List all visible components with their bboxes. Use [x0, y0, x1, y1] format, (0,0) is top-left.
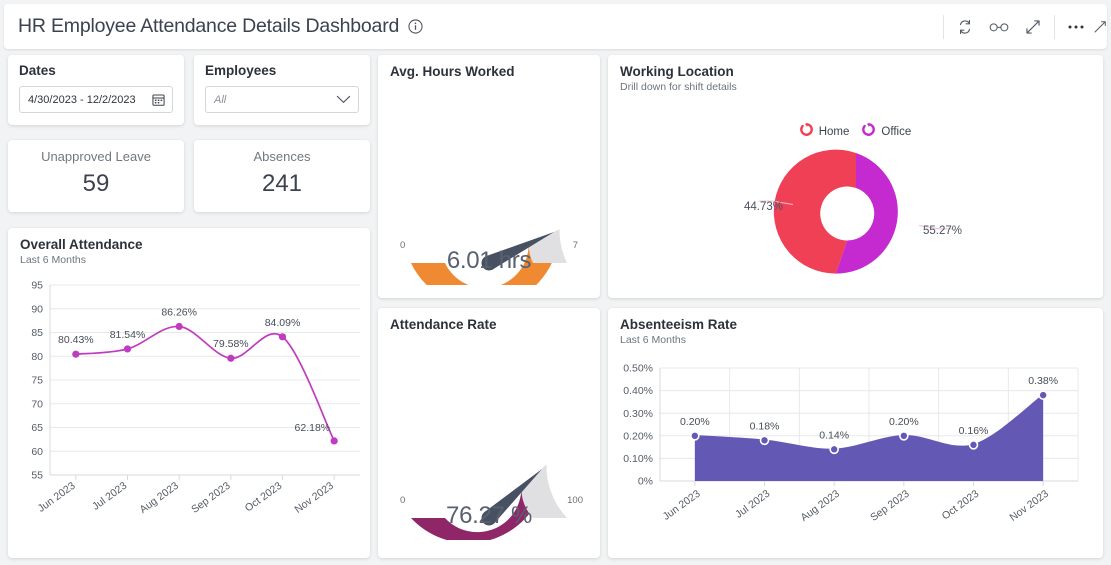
toolbar-divider-left — [943, 14, 944, 39]
svg-text:Sep 2023: Sep 2023 — [868, 488, 912, 524]
expand-icon[interactable] — [1016, 10, 1050, 44]
gauge-value: 6.01 hrs — [446, 247, 532, 274]
legend-item-office[interactable]: Office — [862, 123, 911, 141]
legend-label: Office — [881, 126, 912, 138]
working-location-legend: Home Office — [608, 123, 1103, 141]
svg-text:Jul 2023: Jul 2023 — [90, 480, 129, 513]
svg-text:Oct 2023: Oct 2023 — [243, 480, 285, 515]
svg-text:0.40%: 0.40% — [623, 385, 653, 397]
svg-text:Aug 2023: Aug 2023 — [137, 480, 181, 516]
overall-attendance-chart[interactable]: 95 90 85 80 75 70 65 60 55Jun 2023 Jul 2023 Aug 20… — [8, 273, 370, 558]
card-title: Avg. Hours Worked — [390, 64, 515, 79]
kpi-label: Unapproved Leave — [41, 149, 151, 164]
svg-text:0.10%: 0.10% — [623, 453, 653, 465]
svg-text:0.14%: 0.14% — [819, 429, 849, 441]
donut-label-office: 44.73% — [744, 201, 784, 213]
donut-label-home: 55.27% — [923, 225, 963, 237]
svg-text:0%: 0% — [638, 476, 653, 488]
card-subtitle: Drill down for shift details — [620, 81, 737, 93]
svg-text:0.30%: 0.30% — [623, 408, 653, 420]
absenteeism-rate-chart[interactable]: 0.50% 0.40% 0.30% 0.20% 0.10% 0% 0.20% 0.18% 0.1… — [608, 356, 1103, 556]
date-range-value: 4/30/2023 - 12/2/2023 — [28, 93, 136, 106]
card-title: Absenteeism Rate — [620, 317, 738, 332]
svg-text:80: 80 — [31, 351, 43, 363]
svg-text:70: 70 — [31, 398, 43, 410]
svg-text:84.09%: 84.09% — [265, 317, 301, 329]
card-subtitle: Last 6 Months — [620, 334, 686, 346]
working-location-donut[interactable] — [608, 143, 1103, 293]
kpi-absences[interactable]: Absences 241 — [194, 140, 370, 212]
avg-hours-header: Avg. Hours Worked — [390, 64, 515, 79]
card-subtitle: Last 6 Months — [20, 254, 86, 266]
info-circle-icon[interactable] — [408, 19, 423, 34]
glasses-icon[interactable] — [982, 10, 1016, 44]
dashboard-header: HR Employee Attendance Details Dashboard — [4, 4, 1107, 49]
filter-employees-card: Employees All — [194, 55, 370, 125]
svg-text:0.20%: 0.20% — [680, 416, 710, 428]
working-location-header: Working Location Drill down for shift de… — [620, 64, 737, 93]
svg-text:90: 90 — [31, 303, 43, 315]
svg-text:60: 60 — [31, 446, 43, 458]
svg-text:0.18%: 0.18% — [750, 420, 780, 432]
svg-text:Jun 2023: Jun 2023 — [661, 488, 703, 523]
svg-text:Sep 2023: Sep 2023 — [189, 480, 233, 516]
donut-marker-icon — [799, 123, 813, 141]
svg-text:Aug 2023: Aug 2023 — [798, 488, 842, 524]
legend-item-home[interactable]: Home — [799, 123, 850, 141]
header-toolbar — [939, 4, 1107, 49]
svg-text:0.20%: 0.20% — [889, 416, 919, 428]
attendance-rate-header: Attendance Rate — [390, 317, 497, 332]
avg-hours-worked-card: Avg. Hours Worked 0 7 6.01 hrs — [378, 55, 600, 298]
dashboard-root: HR Employee Attendance Details Dashboard — [0, 0, 1111, 565]
svg-text:0.16%: 0.16% — [959, 425, 989, 437]
more-options-icon[interactable] — [1059, 10, 1093, 44]
overflow-expand-icon[interactable] — [1093, 10, 1107, 44]
chevron-down-icon[interactable] — [336, 95, 351, 104]
svg-text:55: 55 — [31, 470, 43, 482]
svg-text:86.26%: 86.26% — [161, 307, 197, 319]
svg-text:Jul 2023: Jul 2023 — [733, 488, 772, 521]
toolbar-divider-right — [1054, 14, 1055, 39]
svg-text:80.43%: 80.43% — [58, 334, 94, 346]
attendance-rate-card: Attendance Rate 0 100 76.27 % — [378, 308, 600, 558]
overall-attendance-header: Overall Attendance Last 6 Months — [20, 237, 143, 266]
kpi-label: Absences — [253, 149, 311, 164]
svg-text:Oct 2023: Oct 2023 — [940, 488, 982, 523]
svg-text:79.58%: 79.58% — [213, 338, 249, 350]
kpi-unapproved-leave[interactable]: Unapproved Leave 59 — [8, 140, 184, 212]
card-title: Attendance Rate — [390, 317, 497, 332]
overall-attendance-card: Overall Attendance Last 6 Months 95 90 85 8… — [8, 228, 370, 558]
svg-text:Nov 2023: Nov 2023 — [1008, 488, 1052, 524]
kpi-value: 241 — [261, 170, 303, 197]
svg-text:Nov 2023: Nov 2023 — [293, 480, 337, 516]
page-title: HR Employee Attendance Details Dashboard — [18, 15, 400, 37]
absenteeism-header: Absenteeism Rate Last 6 Months — [620, 317, 737, 346]
legend-label: Home — [818, 126, 850, 138]
svg-text:65: 65 — [31, 422, 43, 434]
employees-select[interactable]: All — [205, 86, 359, 113]
svg-text:0.50%: 0.50% — [623, 363, 653, 375]
absenteeism-rate-card: Absenteeism Rate Last 6 Months 0.50% 0.40… — [608, 308, 1103, 558]
filter-dates-card: Dates 4/30/2023 - 12/2/2023 — [8, 55, 184, 125]
employees-select-value: All — [214, 93, 227, 106]
svg-text:Jun 2023: Jun 2023 — [36, 480, 78, 515]
kpi-value: 59 — [82, 170, 110, 197]
card-title: Working Location — [620, 64, 734, 79]
svg-text:85: 85 — [31, 327, 43, 339]
donut-marker-icon — [862, 123, 876, 141]
gauge-value: 76.27 % — [446, 502, 532, 529]
card-title: Overall Attendance — [20, 237, 143, 252]
filter-dates-label: Dates — [19, 63, 56, 78]
svg-text:0.20%: 0.20% — [623, 430, 653, 442]
date-range-input[interactable]: 4/30/2023 - 12/2/2023 — [19, 86, 173, 113]
working-location-card: Working Location Drill down for shift de… — [608, 55, 1103, 298]
svg-text:81.54%: 81.54% — [110, 329, 146, 341]
calendar-icon[interactable] — [152, 93, 165, 106]
filter-employees-label: Employees — [205, 63, 277, 78]
svg-text:62.18%: 62.18% — [295, 422, 331, 434]
refresh-icon[interactable] — [948, 10, 982, 44]
svg-text:0.38%: 0.38% — [1028, 375, 1058, 387]
svg-text:95: 95 — [31, 280, 43, 292]
svg-text:75: 75 — [31, 375, 43, 387]
